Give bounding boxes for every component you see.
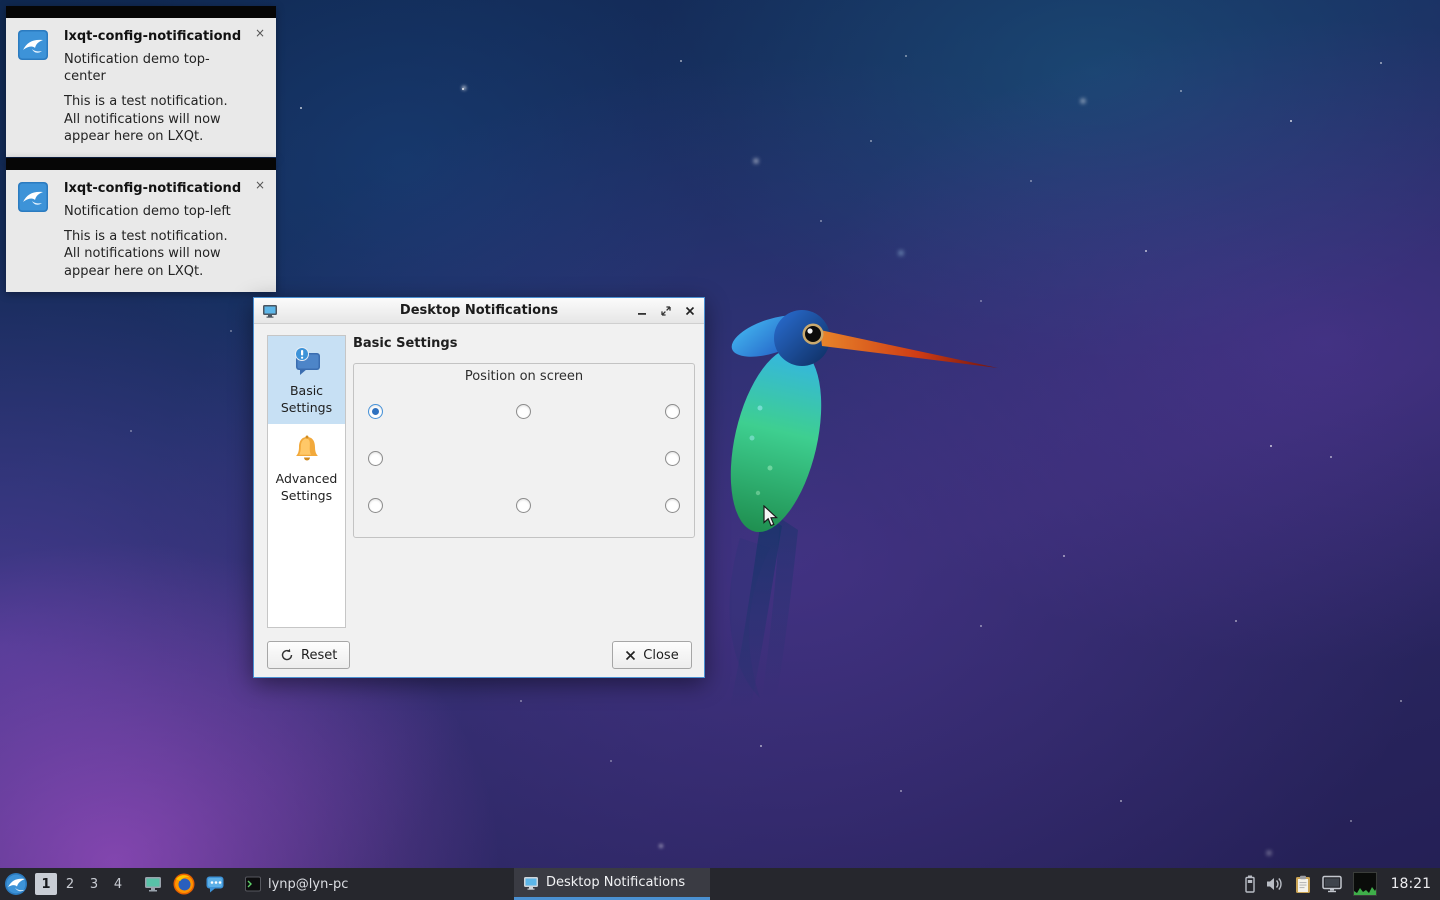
task-terminal[interactable]: lynp@lyn-pc [236, 868, 432, 900]
position-on-screen-group: Position on screen [353, 363, 695, 538]
position-radio-top-left[interactable] [368, 404, 383, 419]
close-x-icon [625, 650, 636, 661]
radio-button[interactable] [665, 404, 680, 419]
workspace-button-3[interactable]: 3 [83, 873, 105, 895]
task-label: lynp@lyn-pc [268, 877, 348, 892]
settings-sidebar: Basic Settings Advanced Settings [267, 335, 346, 628]
show-desktop-icon[interactable] [142, 873, 164, 895]
firefox-icon[interactable] [173, 873, 195, 895]
start-menu-button[interactable] [0, 868, 32, 900]
minimize-icon[interactable] [634, 303, 650, 319]
radio-button[interactable] [368, 498, 383, 513]
window-titlebar[interactable]: Desktop Notifications [254, 298, 704, 324]
terminal-icon [245, 876, 261, 892]
notification-close-button[interactable]: × [252, 178, 268, 194]
chat-icon[interactable] [204, 873, 226, 895]
position-grid [364, 388, 684, 529]
workspace-button-1[interactable]: 1 [35, 873, 57, 895]
workspace-switcher: 1234 [34, 873, 130, 895]
notification-summary: Notification demo top-left [64, 203, 242, 220]
notification-app-name: lxqt-config-notificationd [64, 180, 242, 197]
lxqt-bird-icon [18, 30, 48, 60]
bell-icon [291, 433, 323, 465]
close-button[interactable]: Close [612, 641, 692, 669]
notification-body: This is a test notification. All notific… [64, 228, 242, 279]
desktop: × lxqt-config-notificationd Notification… [0, 0, 1440, 900]
radio-button[interactable] [665, 498, 680, 513]
desktop-notifications-window: Desktop Notifications Basic Settin [253, 297, 705, 678]
mouse-cursor [763, 505, 778, 527]
radio-button[interactable] [516, 498, 531, 513]
display-icon [523, 875, 539, 891]
reset-icon [280, 648, 294, 662]
task-desktop-notifications[interactable]: Desktop Notifications [514, 868, 710, 900]
notification-close-button[interactable]: × [252, 26, 268, 42]
notification-summary: Notification demo top-center [64, 51, 242, 85]
close-button-label: Close [643, 648, 678, 663]
workspace-button-2[interactable]: 2 [59, 873, 81, 895]
radio-button[interactable] [516, 404, 531, 419]
star-field [0, 0, 2, 2]
lxqt-bird-icon [18, 182, 48, 212]
restore-icon[interactable] [658, 303, 674, 319]
position-radio-top-right[interactable] [665, 404, 680, 419]
sidebar-item-basic-settings[interactable]: Basic Settings [268, 336, 345, 424]
bright-stars [0, 0, 2, 2]
window-display-icon [262, 303, 278, 319]
clock[interactable]: 18:21 [1391, 876, 1431, 892]
task-label: Desktop Notifications [546, 875, 685, 890]
reset-button[interactable]: Reset [267, 641, 350, 669]
system-tray: 18:21 [1245, 872, 1440, 896]
section-heading: Basic Settings [353, 336, 457, 351]
notification-app-name: lxqt-config-notificationd [64, 28, 242, 45]
position-radio-top-center[interactable] [516, 404, 531, 419]
sidebar-item-label: Advanced Settings [271, 471, 342, 504]
hummingbird-wallpaper [700, 288, 1020, 718]
workspace-button-4[interactable]: 4 [107, 873, 129, 895]
clipboard-icon[interactable] [1295, 875, 1311, 894]
position-radio-middle-left[interactable] [368, 451, 383, 466]
task-list: lynp@lyn-pc Desktop Notifications [236, 868, 710, 900]
position-radio-bottom-left[interactable] [368, 498, 383, 513]
position-radio-middle-right[interactable] [665, 451, 680, 466]
position-radio-bottom-right[interactable] [665, 498, 680, 513]
taskbar: 1234 [0, 868, 1440, 900]
position-radio-bottom-center[interactable] [516, 498, 531, 513]
close-icon[interactable] [682, 303, 698, 319]
notification-top-bar [6, 6, 276, 18]
radio-button[interactable] [368, 451, 383, 466]
notification-popup[interactable]: × lxqt-config-notificationd Notification… [6, 6, 276, 157]
radio-button[interactable] [665, 451, 680, 466]
lxqt-logo-icon [4, 872, 28, 896]
battery-icon[interactable] [1245, 875, 1255, 893]
radio-button[interactable] [368, 404, 383, 419]
sidebar-item-label: Basic Settings [271, 383, 342, 416]
display-tray-icon[interactable] [1322, 875, 1342, 893]
cpu-graph-icon[interactable] [1353, 872, 1377, 896]
volume-icon[interactable] [1266, 876, 1284, 892]
notification-popup[interactable]: × lxqt-config-notificationd Notification… [6, 158, 276, 292]
reset-button-label: Reset [301, 648, 337, 663]
notification-top-bar [6, 158, 276, 170]
group-title: Position on screen [354, 369, 694, 384]
notification-bubble-icon [291, 345, 323, 377]
sidebar-item-advanced-settings[interactable]: Advanced Settings [268, 424, 345, 512]
notification-body: This is a test notification. All notific… [64, 93, 242, 144]
